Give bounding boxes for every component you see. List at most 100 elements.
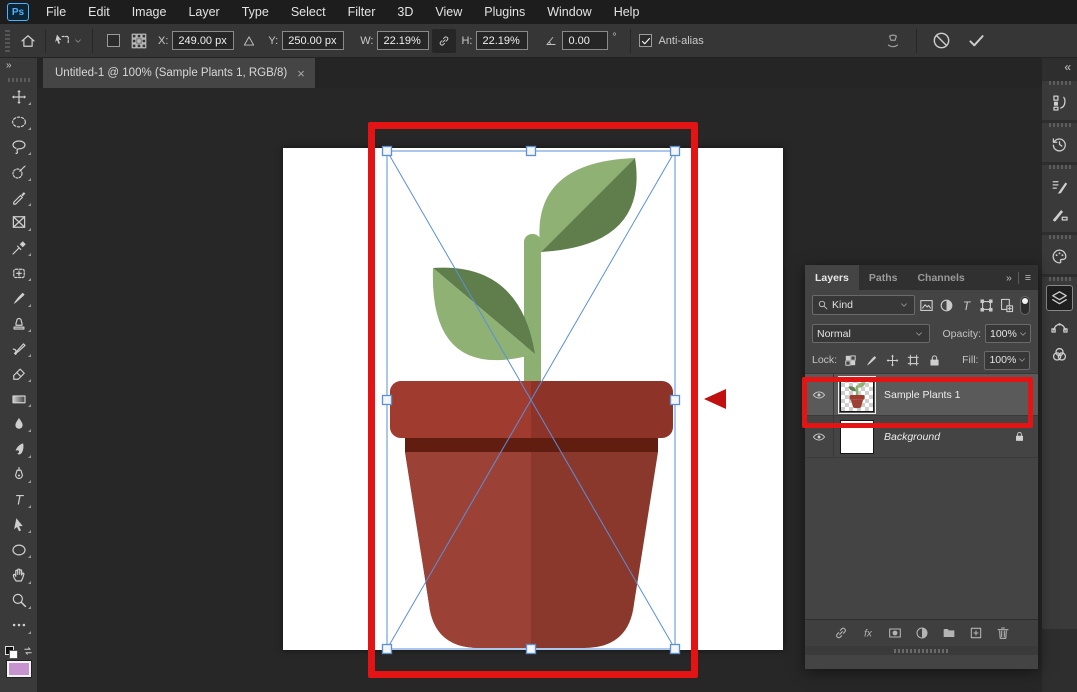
layer-mask-icon[interactable] (887, 625, 903, 641)
tab-layers[interactable]: Layers (805, 265, 859, 290)
toolbar-collapse-icon[interactable]: » (0, 58, 37, 74)
brushes-panel-button[interactable] (1046, 201, 1073, 227)
tab-close-icon[interactable]: × (297, 66, 305, 81)
adjustment-layers-filter-icon[interactable] (938, 297, 955, 314)
tab-channels[interactable]: Channels (907, 265, 974, 290)
layer-effects-icon[interactable]: fx (860, 625, 876, 641)
delta-icon[interactable] (242, 34, 256, 48)
chevron-down-icon[interactable] (72, 35, 84, 47)
cancel-transform-icon[interactable] (931, 30, 952, 51)
history-panel-button[interactable] (1046, 131, 1073, 157)
document-tab[interactable]: Untitled-1 @ 100% (Sample Plants 1, RGB/… (43, 58, 315, 88)
foreground-color-swatch[interactable] (7, 661, 31, 677)
menu-image[interactable]: Image (121, 0, 178, 24)
reference-point-checkbox[interactable] (107, 34, 120, 47)
pen-tool[interactable] (5, 466, 33, 483)
toolbar-grip[interactable] (8, 78, 30, 82)
anti-alias-checkbox[interactable] (639, 34, 652, 47)
pixel-layers-filter-icon[interactable] (918, 297, 935, 314)
brush-tool[interactable] (5, 290, 33, 307)
gradient-tool[interactable] (5, 390, 33, 407)
layers-panel-button[interactable] (1046, 285, 1073, 311)
menu-3d[interactable]: 3D (386, 0, 424, 24)
frame-tool[interactable] (5, 214, 33, 231)
y-input[interactable]: 250.00 px (282, 31, 344, 50)
menu-window[interactable]: Window (536, 0, 602, 24)
panel-more-icon[interactable]: » (1006, 272, 1012, 284)
channels-panel-button[interactable] (1046, 341, 1073, 367)
lock-artboard-icon[interactable] (906, 353, 921, 368)
type-layers-filter-icon[interactable]: T (958, 297, 975, 314)
elliptical-marquee-tool[interactable] (5, 113, 33, 130)
path-selection-tool[interactable] (5, 516, 33, 533)
menu-select[interactable]: Select (280, 0, 337, 24)
w-input[interactable]: 22.19% (377, 31, 429, 50)
angle-icon (544, 34, 558, 48)
color-panel-button[interactable] (1046, 243, 1073, 269)
delete-layer-icon[interactable] (995, 625, 1011, 641)
reference-point-grid-icon[interactable] (130, 32, 148, 50)
color-swatch-zone (0, 642, 37, 692)
more-tools[interactable] (5, 617, 33, 634)
panel-resize-grip[interactable] (805, 646, 1038, 655)
blend-mode-select[interactable]: Normal (812, 324, 930, 343)
new-group-icon[interactable] (941, 625, 957, 641)
menu-view[interactable]: View (424, 0, 473, 24)
lock-position-icon[interactable] (885, 353, 900, 368)
menu-edit[interactable]: Edit (77, 0, 121, 24)
menu-file[interactable]: File (35, 0, 77, 24)
history-brush-tool[interactable] (5, 340, 33, 357)
transform-tool-icon[interactable] (54, 32, 72, 50)
panel-menu-icon[interactable]: ≡ (1025, 272, 1031, 284)
swap-colors-icon[interactable] (21, 644, 35, 658)
zoom-tool[interactable] (5, 592, 33, 609)
smudge-tool[interactable] (5, 441, 33, 458)
tab-paths[interactable]: Paths (859, 265, 908, 290)
eraser-tool[interactable] (5, 365, 33, 382)
kind-filter-dropdown[interactable]: Kind (812, 295, 915, 315)
menu-plugins[interactable]: Plugins (473, 0, 536, 24)
warp-mode-icon[interactable] (884, 32, 902, 50)
clone-stamp-tool[interactable] (5, 315, 33, 332)
chevron-down-icon (898, 299, 910, 311)
menu-help[interactable]: Help (603, 0, 651, 24)
layer-name[interactable]: Background (884, 431, 940, 443)
lock-all-icon[interactable] (927, 353, 942, 368)
patch-tool[interactable] (5, 264, 33, 281)
link-dimensions-button[interactable] (432, 29, 456, 53)
menu-layer[interactable]: Layer (177, 0, 230, 24)
lasso-icon (10, 138, 28, 156)
blur-tool[interactable] (5, 415, 33, 432)
link-layers-icon[interactable] (833, 625, 849, 641)
rotation-input[interactable]: 0.00 (562, 31, 608, 50)
actions-panel-button[interactable] (1046, 89, 1073, 115)
layer-filter-toggle[interactable] (1020, 296, 1030, 315)
h-input[interactable]: 22.19% (476, 31, 528, 50)
lasso-tool[interactable] (5, 138, 33, 155)
opacity-select[interactable]: 100% (985, 324, 1031, 343)
shape-layers-filter-icon[interactable] (978, 297, 995, 314)
lock-transparent-pixels-icon[interactable] (843, 353, 858, 368)
smart-object-filter-icon[interactable] (998, 297, 1015, 314)
home-icon[interactable] (19, 32, 37, 50)
eyedropper-tool[interactable] (5, 239, 33, 256)
healing-brush-tool[interactable] (5, 189, 33, 206)
fill-select[interactable]: 100% (984, 351, 1030, 370)
quick-selection-tool[interactable] (5, 164, 33, 181)
dock-expand-icon[interactable]: « (1042, 58, 1077, 78)
lock-image-pixels-icon[interactable] (864, 353, 879, 368)
new-layer-icon[interactable] (968, 625, 984, 641)
hand-tool[interactable] (5, 567, 33, 584)
x-input[interactable]: 249.00 px (172, 31, 234, 50)
type-tool[interactable]: T (5, 491, 33, 508)
menu-filter[interactable]: Filter (337, 0, 387, 24)
options-grip[interactable] (5, 30, 10, 52)
paths-panel-button[interactable] (1046, 313, 1073, 339)
menu-type[interactable]: Type (231, 0, 280, 24)
adjustment-layer-icon[interactable] (914, 625, 930, 641)
move-tool[interactable] (5, 88, 33, 105)
default-colors-icon[interactable] (5, 646, 18, 659)
ellipse-tool[interactable] (5, 541, 33, 558)
commit-transform-icon[interactable] (966, 30, 987, 51)
brush-settings-panel-button[interactable] (1046, 173, 1073, 199)
